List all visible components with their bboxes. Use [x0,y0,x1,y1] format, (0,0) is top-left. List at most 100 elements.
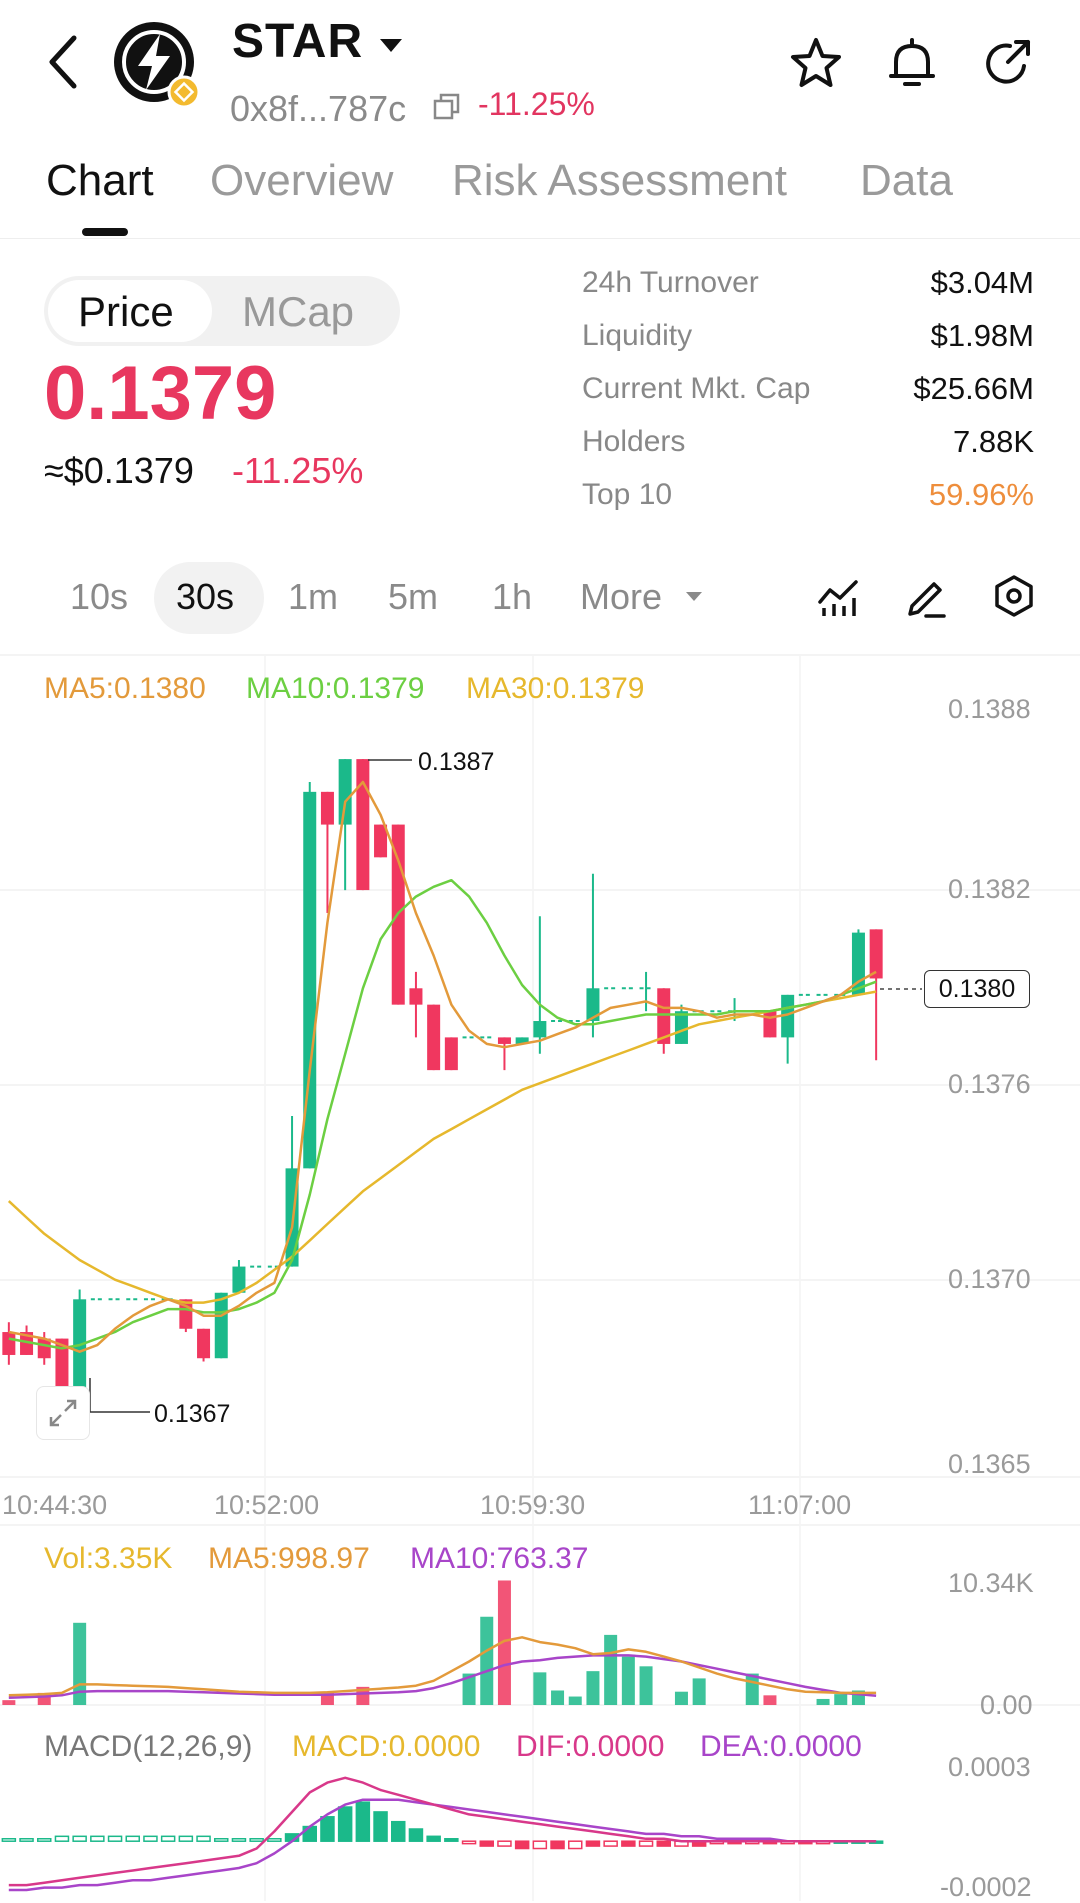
draw-pencil-icon[interactable] [904,574,948,618]
volume-bar [763,1695,777,1705]
volume-bar [533,1672,547,1705]
dea-line [8,1798,877,1892]
stat-value-market-cap: $25.66M [913,371,1034,406]
last-price-tag: 0.1380 [924,970,1030,1008]
y-axis-label: 0.1382 [948,874,1031,904]
macd-histogram-bar [107,1835,123,1842]
volume-ma5-label: MA5:998.97 [208,1542,370,1575]
volume-bar [604,1634,618,1705]
star-icon[interactable] [788,36,844,92]
x-axis-label: 10:44:30 [2,1490,108,1520]
macd-histogram-bar [621,1840,636,1847]
macd-histogram-bar [638,1840,654,1847]
volume-bar [568,1696,582,1705]
ma5-line [8,780,877,1353]
low-marker-label: 0.1367 [154,1400,230,1428]
token-logo [114,22,201,109]
volume-bar [816,1698,830,1705]
x-axis-label: 11:07:00 [748,1490,852,1520]
tab-overview[interactable]: Overview [210,156,393,206]
macd-histogram-bar [461,1840,477,1845]
macd-histogram-bar [408,1828,424,1842]
macd-params-label: MACD(12,26,9) [44,1730,253,1763]
interval-5m[interactable]: 5m [388,576,438,618]
macd-histogram-bar [143,1835,158,1842]
macd-histogram-bar [656,1840,671,1847]
expand-chart-button[interactable] [36,1386,90,1440]
expand-icon [49,1399,77,1427]
stat-value-top10: 59.96% [928,477,1034,512]
macd-histogram-bar [479,1840,494,1847]
candle-body [533,1021,547,1038]
volume-bar [480,1616,494,1705]
candle-body [427,1004,441,1071]
macd-histogram-bar [90,1835,105,1842]
volume-axis-max: 10.34K [948,1568,1034,1598]
stat-label-liquidity: Liquidity [582,319,693,352]
candle-body [197,1328,211,1359]
interval-1h[interactable]: 1h [492,576,532,618]
volume-bar [2,1700,16,1705]
macd-histogram-bar [550,1840,565,1850]
tab-risk-assessment[interactable]: Risk Assessment [452,156,787,206]
macd-histogram-bar [355,1801,371,1842]
price-change: -11.25% [232,450,364,491]
stat-value-holders: 7.88K [952,424,1034,459]
usd-price: ≈$0.1379 [44,450,194,491]
price-chart[interactable]: 0.1387 0.1367 [0,650,1080,1901]
back-arrow-icon[interactable] [44,30,84,94]
interval-1m[interactable]: 1m [288,576,338,618]
macd-axis-min: -0.0002 [940,1872,1032,1902]
macd-histogram-bar [497,1840,512,1847]
interval-30s[interactable]: 30s [176,576,234,618]
candle-body [320,791,334,825]
stat-value-liquidity: $1.98M [930,318,1034,353]
settings-hexagon-icon[interactable] [992,574,1036,618]
bell-icon[interactable] [884,36,940,92]
macd-histogram-bar [1,1838,17,1842]
volume-bar [551,1690,565,1705]
candle-body [869,929,883,979]
macd-histogram-bar [160,1835,176,1842]
toggle-mcap[interactable]: MCap [242,288,354,336]
indicators-icon[interactable] [816,574,860,618]
ma10-line [8,878,877,1350]
candle-body [674,1011,688,1044]
macd-histogram-bar [603,1840,618,1847]
macd-histogram-bar [196,1835,211,1842]
dea-value-label: DEA:0.0000 [700,1730,862,1763]
candle-body [2,1332,16,1355]
volume-axis-min: 0.00 [980,1690,1033,1720]
macd-histogram-bar [267,1838,282,1842]
macd-histogram-bar [54,1835,70,1842]
stat-label-market-cap: Current Mkt. Cap [582,372,811,405]
active-tab-indicator [82,228,128,236]
ma10-label: MA10:0.1379 [246,672,425,705]
y-axis-label: 0.1365 [948,1449,1031,1479]
stat-value-turnover: $3.04M [930,265,1034,300]
tab-chart[interactable]: Chart [46,156,154,206]
macd-histogram-bar [214,1838,229,1842]
candle-body [338,759,352,825]
copy-icon[interactable] [432,92,462,122]
macd-histogram-bar [337,1806,353,1842]
candle-body [409,988,423,1005]
interval-more[interactable]: More [580,576,662,618]
x-axis-label: 10:52:00 [214,1490,320,1520]
volume-bar [674,1691,688,1705]
tab-data[interactable]: Data [860,156,953,206]
more-caret-icon[interactable] [684,586,704,606]
y-axis-label: 0.1388 [948,694,1031,724]
share-icon[interactable] [980,36,1036,92]
macd-histogram-bar [585,1840,601,1847]
token-name[interactable]: STAR [232,14,363,69]
candle-body [214,1292,228,1359]
ma5-label: MA5:0.1380 [44,672,206,705]
ma30-line [7,990,877,1304]
interval-10s[interactable]: 10s [70,576,128,618]
macd-histogram-bar [37,1838,52,1842]
macd-histogram-bar [320,1816,335,1842]
macd-histogram-bar [391,1820,406,1842]
toggle-price[interactable]: Price [78,288,174,336]
caret-down-icon[interactable] [376,30,406,60]
